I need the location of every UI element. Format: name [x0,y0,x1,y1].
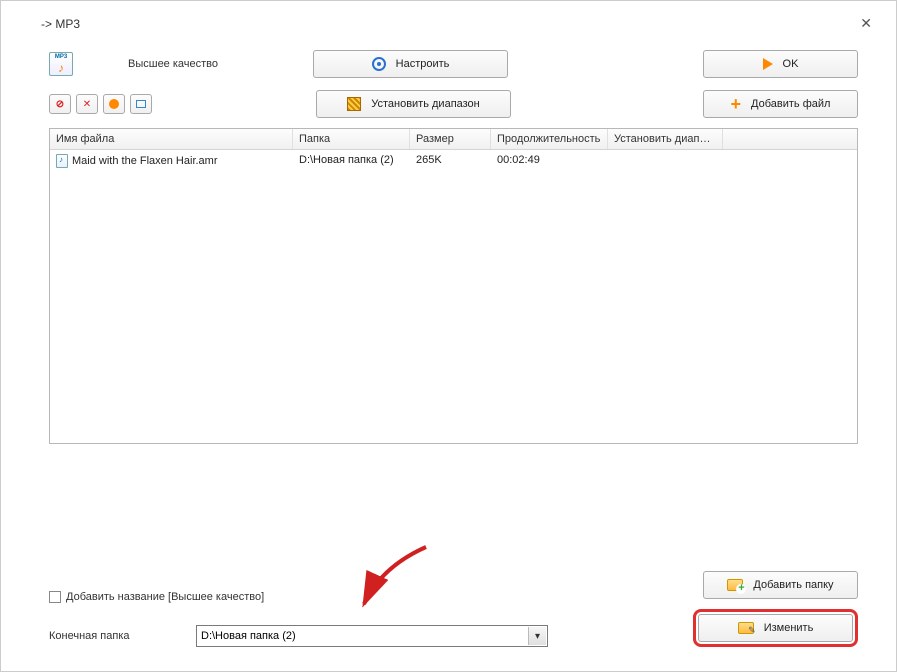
chevron-down-icon[interactable] [528,627,546,645]
dest-folder-combo[interactable]: D:\Новая папка (2) [196,625,548,647]
window-title: -> MP3 [41,17,80,31]
col-header-name[interactable]: Имя файла [50,129,293,149]
set-range-button[interactable]: Установить диапазон [316,90,511,118]
mp3-format-icon [49,52,73,76]
cell-folder: D:\Новая папка (2) [293,152,410,170]
settings-button[interactable]: Настроить [313,50,508,78]
close-icon[interactable]: ✕ [854,13,878,34]
add-name-checkbox[interactable] [49,591,61,603]
range-icon [347,97,361,111]
col-header-folder[interactable]: Папка [293,129,410,149]
toolbar: ⊘ ✕ [49,94,152,114]
play-button[interactable] [103,94,125,114]
dest-folder-value: D:\Новая папка (2) [201,630,296,642]
remove-item-button[interactable]: ⊘ [49,94,71,114]
col-header-rest [723,129,857,149]
add-folder-button[interactable]: Добавить папку [703,571,858,599]
col-header-range[interactable]: Установить диапаз... [608,129,723,149]
table-row[interactable]: Maid with the Flaxen Hair.amr D:\Новая п… [50,150,857,172]
add-folder-button-label: Добавить папку [753,579,833,591]
gear-icon [372,57,386,71]
quality-label: Высшее качество [128,58,218,70]
add-name-label: Добавить название [Высшее качество] [66,591,264,603]
cell-size: 265K [410,152,491,170]
cell-range [608,152,723,170]
table-header: Имя файла Папка Размер Продолжительность… [50,129,857,150]
set-range-button-label: Установить диапазон [371,98,480,110]
cell-name: Maid with the Flaxen Hair.amr [72,155,218,167]
plus-icon: + [731,95,742,113]
col-header-size[interactable]: Размер [410,129,491,149]
add-file-button-label: Добавить файл [751,98,830,110]
file-table: Имя файла Папка Размер Продолжительность… [49,128,858,444]
top-row: Высшее качество Настроить OK [1,42,896,82]
add-file-button[interactable]: + Добавить файл [703,90,858,118]
audio-file-icon [56,154,68,168]
cell-duration: 00:02:49 [491,152,608,170]
change-folder-button-label: Изменить [764,622,814,634]
folder-add-icon [727,579,743,591]
settings-button-label: Настроить [396,58,450,70]
change-folder-button[interactable]: Изменить [698,614,853,642]
ok-button[interactable]: OK [703,50,858,78]
ok-button-label: OK [783,58,799,70]
clear-list-button[interactable]: ✕ [76,94,98,114]
info-button[interactable] [130,94,152,114]
right-button-column: Добавить папку Изменить [693,571,858,647]
annotation-highlight: Изменить [693,609,858,647]
col-header-duration[interactable]: Продолжительность [491,129,608,149]
dest-folder-label: Конечная папка [49,630,196,642]
folder-edit-icon [738,622,754,634]
second-row: ⊘ ✕ Установить диапазон + Добавить файл [1,82,896,128]
titlebar: -> MP3 ✕ [1,1,896,42]
bottom-area: Добавить название [Высшее качество] Коне… [49,591,858,647]
arrow-right-icon [763,58,773,70]
